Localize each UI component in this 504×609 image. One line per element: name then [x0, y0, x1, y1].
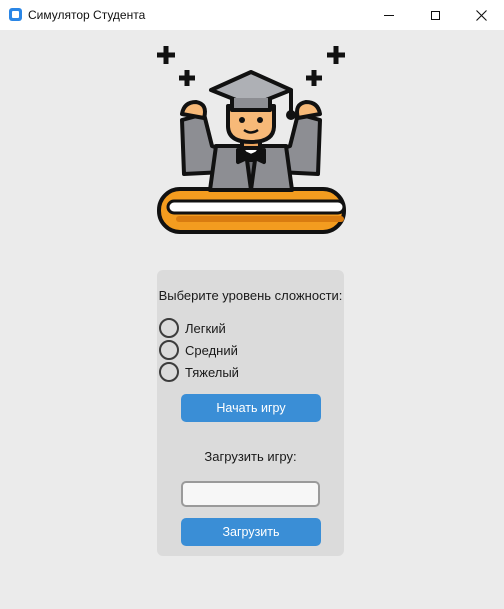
radio-circle[interactable] [159, 318, 179, 338]
radio-easy[interactable]: Легкий [159, 318, 226, 338]
window-title: Симулятор Студента [28, 8, 146, 22]
maximize-button[interactable] [412, 0, 458, 30]
difficulty-label: Выберите уровень сложности: [158, 288, 343, 303]
books-icon [157, 187, 346, 234]
load-button[interactable]: Загрузить [181, 518, 321, 546]
close-button[interactable] [458, 0, 504, 30]
student-body [180, 70, 322, 192]
menu-panel: Выберите уровень сложности: Легкий Средн… [157, 270, 344, 556]
minimize-button[interactable] [366, 0, 412, 30]
title-bar: Симулятор Студента [0, 0, 504, 30]
radio-hard[interactable]: Тяжелый [159, 362, 239, 382]
radio-label-easy: Легкий [185, 320, 226, 336]
load-game-input[interactable] [181, 481, 320, 507]
start-game-button[interactable]: Начать игру [181, 394, 321, 422]
radio-circle[interactable] [159, 362, 179, 382]
radio-label-hard: Тяжелый [185, 364, 239, 380]
student-graduate-icon [157, 46, 346, 234]
radio-circle[interactable] [159, 340, 179, 360]
close-icon [475, 9, 487, 21]
maximize-icon [430, 10, 440, 20]
radio-medium[interactable]: Средний [159, 340, 238, 360]
radio-label-medium: Средний [185, 342, 238, 358]
load-game-label: Загрузить игру: [204, 449, 297, 464]
app-icon [9, 8, 22, 21]
minimize-icon [384, 14, 394, 16]
